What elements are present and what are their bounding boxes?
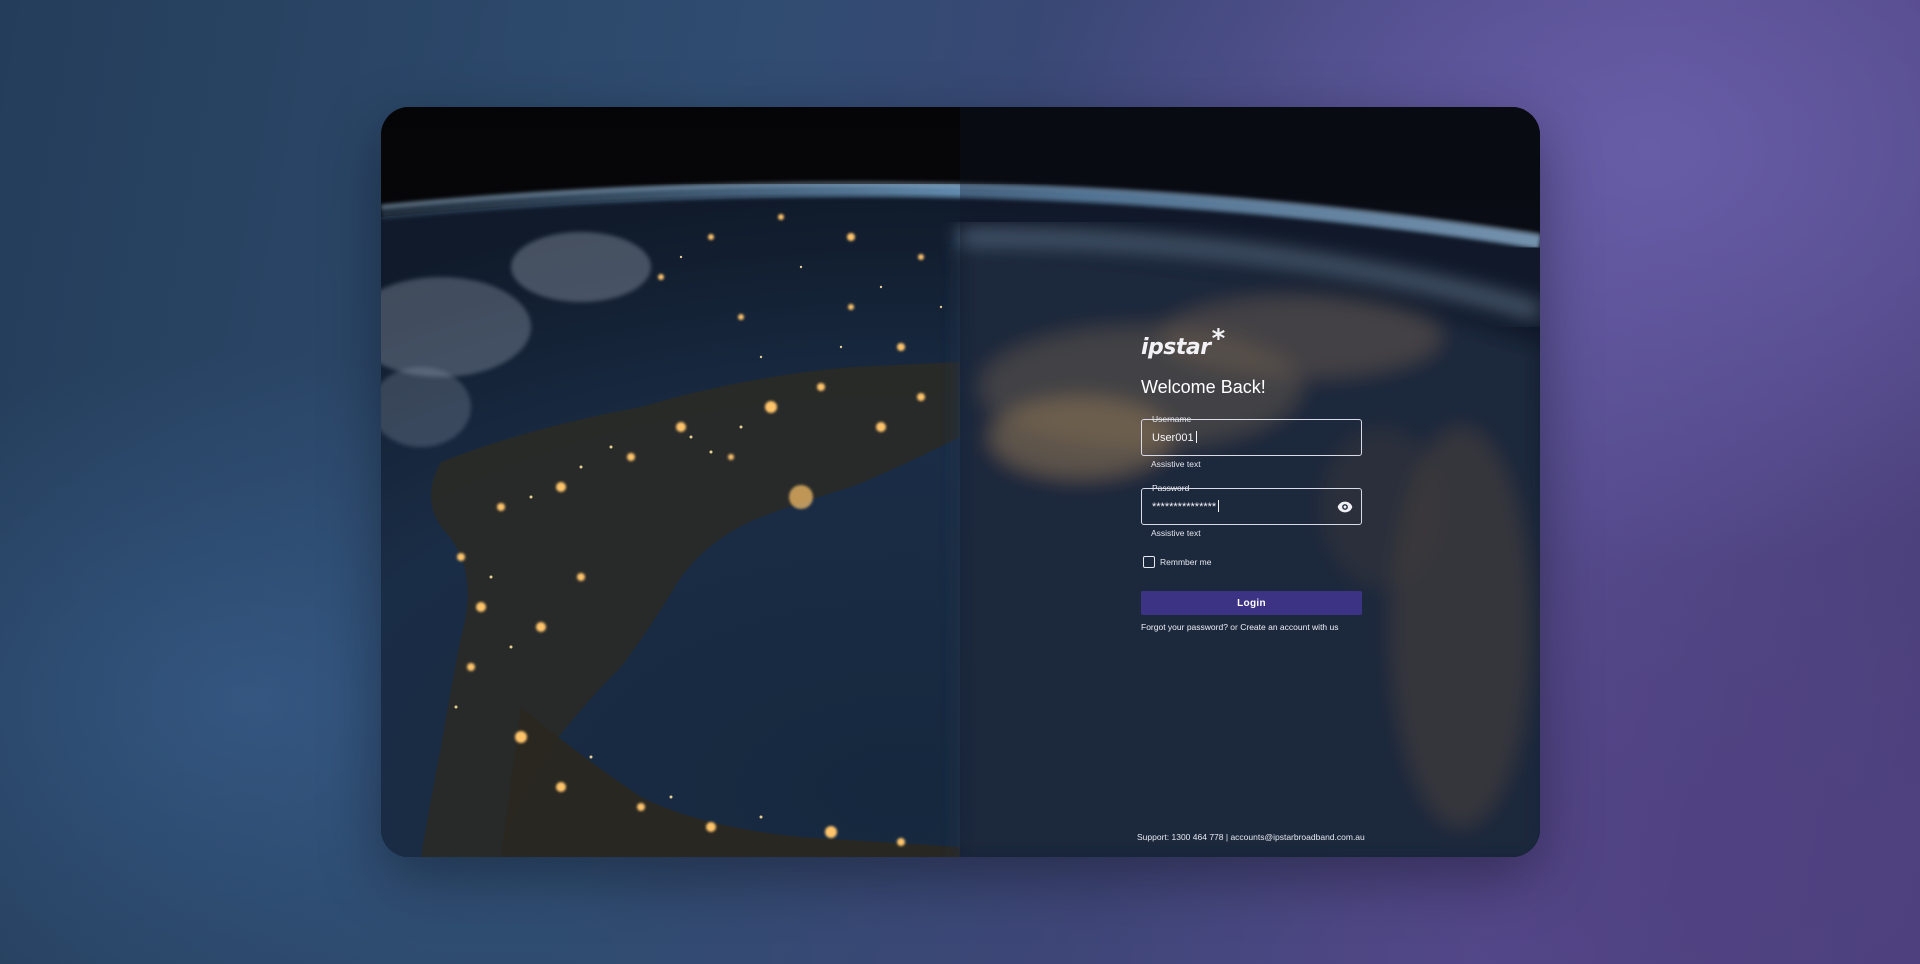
remember-label: Remmber me [1160, 557, 1212, 567]
support-phone[interactable]: 1300 464 778 [1172, 832, 1224, 842]
page-title: Welcome Back! [1141, 377, 1266, 397]
username-input[interactable]: User001 [1152, 431, 1197, 444]
create-account-link[interactable]: Create an account with us [1240, 622, 1338, 632]
password-assistive-text: Assistive text [1151, 528, 1201, 538]
support-footer: Support: 1300 464 778 | accounts@ipstarb… [1137, 832, 1365, 842]
username-field[interactable]: Username User001 [1141, 414, 1362, 456]
ipstar-logo: ipstar * [1141, 324, 1226, 360]
login-panel: ipstar * Welcome Back! Username User001 … [1137, 107, 1371, 857]
eye-icon[interactable] [1337, 500, 1353, 514]
support-email[interactable]: accounts@ipstarbroadband.com.au [1230, 832, 1364, 842]
username-assistive-text: Assistive text [1151, 459, 1201, 469]
or-text: or [1227, 622, 1241, 632]
logo-star-mark: * [1211, 324, 1226, 354]
password-label: Password [1148, 483, 1193, 493]
password-field[interactable]: Password *************** [1141, 483, 1362, 525]
login-button[interactable]: Login [1141, 591, 1362, 615]
remember-me[interactable]: Remmber me [1143, 556, 1211, 568]
text-caret [1195, 431, 1197, 443]
username-label: Username [1148, 414, 1195, 424]
account-links: Forgot your password? or Create an accou… [1141, 622, 1339, 632]
logo-wordmark: ipstar [1141, 335, 1211, 360]
login-card: ipstar * Welcome Back! Username User001 … [381, 107, 1540, 857]
text-caret [1218, 500, 1220, 512]
remember-checkbox[interactable] [1143, 556, 1155, 568]
support-prefix: Support: [1137, 832, 1172, 842]
password-input[interactable]: *************** [1152, 500, 1220, 513]
forgot-password-link[interactable]: Forgot your password? [1141, 622, 1228, 632]
